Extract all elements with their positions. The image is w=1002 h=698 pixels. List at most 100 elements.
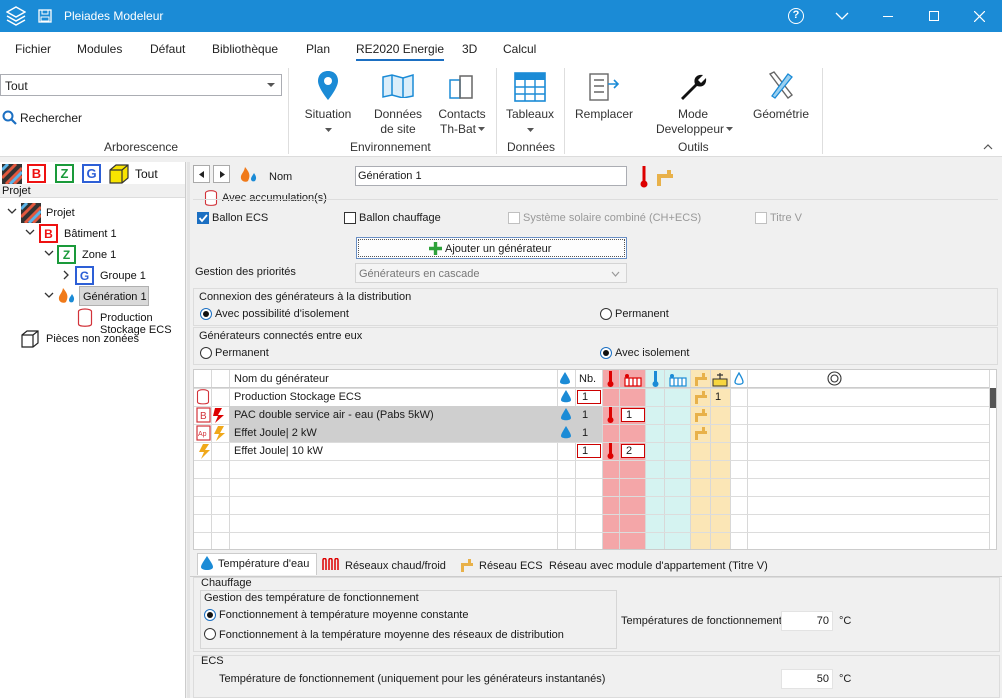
column-name-header[interactable]: Nom du générateur [234, 373, 329, 385]
svg-text:Ap: Ap [198, 431, 207, 438]
table-row[interactable]: Production Stockage ECS 1 1 [194, 388, 989, 406]
tap-radiator-icon [712, 373, 728, 387]
tree-item-projet[interactable]: Projet [46, 207, 75, 219]
nb-cell[interactable]: 1 [577, 444, 601, 458]
chevron-down-icon [835, 12, 849, 20]
mode-label: Mode [677, 107, 709, 121]
table-row[interactable]: Effet Joule| 10 kW 1 2 [194, 442, 989, 460]
window-title: Pleiades Modeleur [64, 9, 164, 23]
ecs-temp-input[interactable]: 50 [781, 669, 833, 689]
tree-pane: B Z G Tout Projet Projet B Bâtiment 1 Z … [0, 162, 186, 698]
chevron-right-icon[interactable] [63, 270, 70, 280]
chevron-down-icon [325, 128, 332, 132]
temp-fonct-value: 70 [816, 615, 829, 627]
menu-tab-bibliotheque[interactable]: Bibliothèque [212, 42, 278, 56]
filter-b-button[interactable]: B [27, 164, 46, 183]
ballon-chauffage-checkbox[interactable] [344, 212, 356, 224]
connexion-permanent-radio[interactable] [600, 308, 612, 320]
filter-z-button[interactable]: Z [55, 164, 74, 183]
cube-icon [21, 330, 39, 348]
tree-item-pieces[interactable]: Pièces non zonées [46, 333, 139, 345]
menu-tab-3d[interactable]: 3D [462, 42, 477, 56]
temp-fonct-input[interactable]: 70 [781, 611, 833, 631]
chevron-down-icon[interactable] [44, 292, 54, 299]
chevron-down-icon[interactable] [25, 229, 35, 236]
ribbon-collapse-icon[interactable] [983, 144, 993, 150]
arrow-left-icon [199, 171, 204, 178]
map-icon [382, 74, 414, 98]
next-button[interactable] [213, 165, 230, 183]
tree-item-generation-selected[interactable]: Génération 1 [79, 286, 149, 306]
ecs-network-cell[interactable]: 1 [715, 391, 721, 403]
filter-g-button[interactable]: G [82, 164, 101, 183]
menu-tab-defaut[interactable]: Défaut [150, 42, 185, 56]
grid-scrollbar-thumb[interactable] [990, 388, 996, 408]
ssc-checkbox[interactable] [508, 212, 520, 224]
help-button[interactable]: ? [773, 0, 819, 32]
cube-yellow-icon[interactable] [108, 163, 130, 185]
connectes-permanent-radio[interactable] [200, 347, 212, 359]
generator-name-cell[interactable]: Effet Joule| 2 kW [234, 427, 317, 439]
maximize-button[interactable] [911, 0, 957, 32]
menu-tab-calcul[interactable]: Calcul [503, 42, 536, 56]
generator-name-cell[interactable]: Production Stockage ECS [234, 391, 361, 403]
nom-input[interactable]: Génération 1 [355, 166, 627, 186]
generator-name-cell[interactable]: PAC double service air - eau (Pabs 5kW) [234, 409, 434, 421]
water-drop-icon [561, 408, 571, 425]
chevron-down-icon[interactable] [44, 250, 54, 257]
remplacer-button[interactable]: Remplacer [572, 68, 636, 132]
menu-tab-modules[interactable]: Modules [77, 42, 122, 56]
generator-name-cell[interactable]: Effet Joule| 10 kW [234, 445, 323, 457]
tree-filter-select[interactable]: Tout [0, 74, 282, 96]
nb-cell[interactable]: 1 [582, 427, 588, 439]
close-button[interactable] [956, 0, 1002, 32]
nb-cell[interactable]: 1 [577, 390, 601, 404]
table-row[interactable]: B PAC double service air - eau (Pabs 5kW)… [194, 406, 989, 424]
thermometer-red-icon [640, 166, 648, 188]
stripes-icon[interactable] [2, 164, 22, 184]
table-row[interactable]: Ap Effet Joule| 2 kW 1 [194, 424, 989, 442]
donnees-de-site-button[interactable]: Données de site [368, 68, 428, 136]
tab-temperature-eau[interactable]: Température d'eau [197, 553, 317, 575]
developpeur-label: Developpeur [655, 122, 725, 136]
location-pin-icon [318, 71, 338, 100]
tree-item-batiment[interactable]: Bâtiment 1 [64, 228, 117, 240]
tap-icon [461, 559, 473, 572]
geometrie-button[interactable]: Géométrie [748, 68, 814, 132]
tab-temperature-eau-label: Température d'eau [218, 558, 310, 570]
connectes-isolement-radio[interactable] [600, 347, 612, 359]
menu-tab-fichier[interactable]: Fichier [15, 42, 51, 56]
titre-v-checkbox[interactable] [755, 212, 767, 224]
temp-reseaux-radio[interactable] [204, 628, 216, 640]
water-drop-icon [560, 372, 570, 385]
save-icon[interactable] [38, 9, 52, 23]
heating-network-cell[interactable]: 2 [621, 444, 645, 458]
add-generator-button[interactable]: Ajouter un générateur [356, 237, 627, 259]
column-nb-header[interactable]: Nb. [579, 373, 596, 385]
heating-network-cell[interactable]: 1 [621, 408, 645, 422]
collapse-ribbon-button[interactable] [819, 0, 865, 32]
batiment-icon: B [39, 224, 58, 243]
ballon-chauffage-label: Ballon chauffage [359, 212, 441, 224]
contacts-thbat-button[interactable]: Contacts Th-Bat [432, 68, 492, 136]
geometrie-label: Géométrie [752, 107, 810, 121]
situation-button[interactable]: Situation [300, 68, 356, 132]
tableaux-button[interactable]: Tableaux [502, 68, 558, 132]
temp-fonct-label: Températures de fonctionnement [621, 615, 782, 627]
tree-item-groupe[interactable]: Groupe 1 [100, 270, 146, 282]
connectes-title: Générateurs connectés entre eux [199, 330, 363, 342]
menu-tab-re2020[interactable]: RE2020 Energie [356, 42, 445, 61]
connexion-isolement-radio[interactable] [200, 308, 212, 320]
chevron-down-icon[interactable] [7, 208, 17, 215]
minimize-button[interactable] [865, 0, 911, 32]
prev-button[interactable] [193, 165, 210, 183]
nb-cell[interactable]: 1 [582, 409, 588, 421]
mode-developpeur-button[interactable]: Mode Developpeur [650, 68, 736, 136]
tree-item-zone[interactable]: Zone 1 [82, 249, 116, 261]
donnees-label: Données [373, 107, 423, 121]
temp-constante-radio[interactable] [204, 609, 216, 621]
filter-tout-label[interactable]: Tout [135, 167, 158, 181]
ballon-ecs-checkbox[interactable] [197, 212, 209, 224]
menu-tab-plan[interactable]: Plan [306, 42, 330, 56]
priorites-select[interactable]: Générateurs en cascade [355, 263, 627, 283]
